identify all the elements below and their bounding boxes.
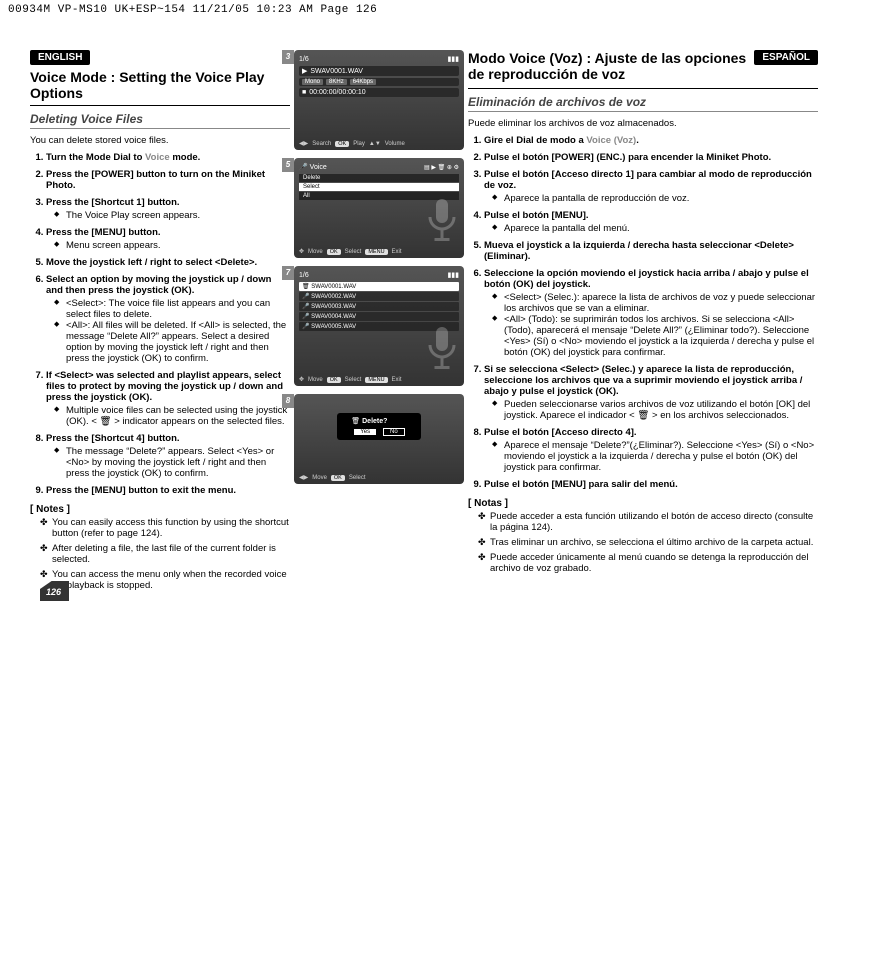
menu-title: Voice [310, 164, 327, 171]
step-marker-7: 7 [282, 266, 294, 280]
rate-pill: 8KHz [326, 79, 347, 85]
selected-menu-item: Select [299, 183, 459, 191]
spanish-notes-heading: [ Notas ] [468, 498, 818, 509]
yes-button: Yes [353, 428, 377, 436]
manual-page: ENGLISH Voice Mode : Setting the Voice P… [0, 20, 875, 615]
delete-prompt: Delete? [362, 418, 387, 425]
microphone-icon [424, 196, 460, 244]
no-button: No [383, 428, 405, 436]
file-meta-header: 00934M VP-MS10 UK+ESP~154 11/21/05 10:23… [0, 0, 875, 20]
list-item: 🗑 SWAV0001.WAV [299, 282, 459, 291]
mode-pill: Mono [302, 79, 323, 85]
english-intro: You can delete stored voice files. [30, 135, 290, 146]
trash-icon: 🗑 [351, 418, 360, 425]
file-name: SWAV0001.WAV [310, 68, 363, 75]
screenshot-column: 3 1/6 ▮▮▮ ▶SWAV0001.WAV Mono 8KHz 64Kbps… [290, 50, 468, 595]
english-notes: You can easily access this function by u… [30, 517, 290, 591]
spanish-intro: Puede eliminar los archivos de voz almac… [468, 118, 818, 129]
battery-icon: ▮▮▮ [447, 271, 459, 279]
english-column: ENGLISH Voice Mode : Setting the Voice P… [30, 50, 290, 595]
spanish-steps: Gire el Dial de modo a Voice (Voz). Puls… [468, 135, 818, 490]
screenshot-7: 7 1/6▮▮▮ 🗑 SWAV0001.WAV 🎤 SWAV0002.WAV 🎤… [294, 266, 464, 386]
spanish-badge: ESPAÑOL [754, 50, 818, 65]
battery-icon: ▮▮▮ [447, 55, 459, 63]
list-item: 🎤 SWAV0002.WAV [299, 292, 459, 301]
step-marker-8: 8 [282, 394, 294, 408]
english-title: Voice Mode : Setting the Voice Play Opti… [30, 69, 290, 106]
bitrate-pill: 64Kbps [350, 79, 376, 85]
screenshot-8: 8 🗑 Delete? Yes No ◀▶Move OKSelect [294, 394, 464, 484]
spanish-notes: Puede acceder a esta función utilizando … [468, 511, 818, 574]
time-counter: 00:00:00/00:00:10 [309, 89, 365, 96]
spanish-subtitle: Eliminación de archivos de voz [468, 95, 818, 112]
english-notes-heading: [ Notes ] [30, 504, 290, 515]
list-item: 🎤 SWAV0003.WAV [299, 302, 459, 311]
microphone-icon [424, 324, 460, 372]
english-subtitle: Deleting Voice Files [30, 112, 290, 129]
step-marker-3: 3 [282, 50, 294, 64]
english-badge: ENGLISH [30, 50, 90, 65]
spanish-column: Modo Voice (Voz) : Ajuste de las opcione… [468, 50, 818, 595]
screenshot-5: 5 🎤 Voice▤ ▶ 🗑 ⊕ ⚙ Delete Select All ✥Mo… [294, 158, 464, 258]
counter: 1/6 [299, 272, 309, 279]
english-steps: Turn the Mode Dial to Voice mode. Press … [30, 152, 290, 496]
step-marker-5: 5 [282, 158, 294, 172]
screenshot-3: 3 1/6 ▮▮▮ ▶SWAV0001.WAV Mono 8KHz 64Kbps… [294, 50, 464, 150]
counter: 1/6 [299, 56, 309, 63]
spanish-title: Modo Voice (Voz) : Ajuste de las opcione… [468, 50, 754, 86]
list-item: 🎤 SWAV0004.WAV [299, 312, 459, 321]
